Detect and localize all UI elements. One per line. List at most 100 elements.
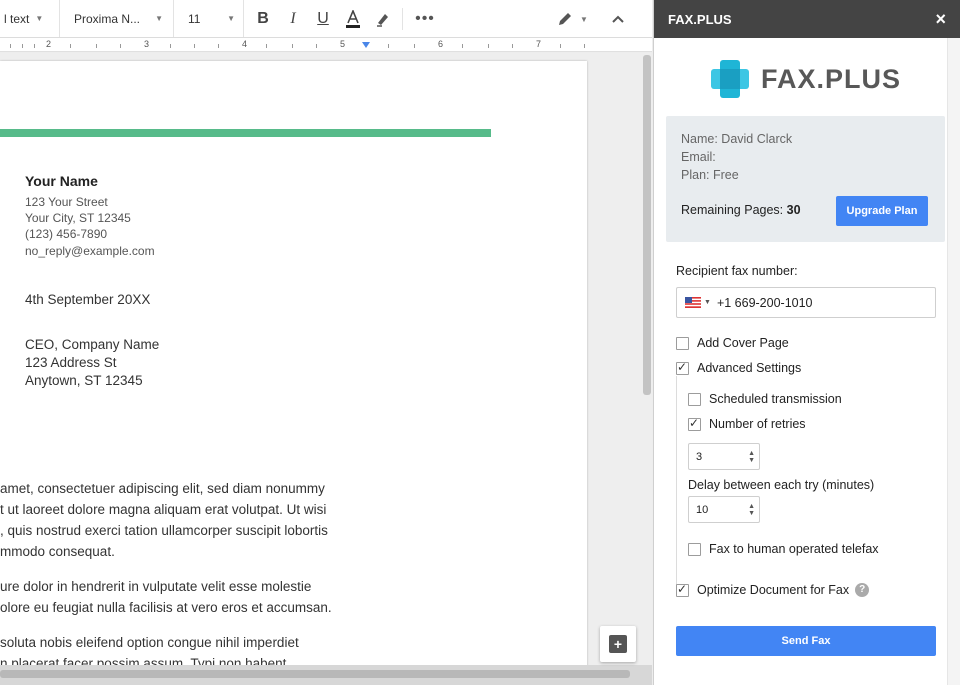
ruler-tick (34, 44, 35, 48)
address-line: no_reply@example.com (25, 244, 155, 258)
body-line: mmodo consequat. (0, 544, 115, 559)
checkbox-label: Scheduled transmission (709, 392, 842, 406)
close-icon[interactable]: × (935, 9, 946, 30)
editing-mode-icon[interactable]: ▼ (556, 0, 588, 38)
paragraph-style-label: l text (4, 11, 30, 26)
logo-wordmark: FAX.PLUS (761, 63, 902, 94)
us-flag-icon[interactable] (685, 297, 701, 308)
checkbox-box[interactable] (676, 336, 689, 350)
sidebar-scrollbar[interactable] (947, 38, 960, 685)
ruler-number: 7 (536, 39, 542, 49)
recipient-line: 123 Address St (25, 355, 117, 370)
chevron-down-icon[interactable]: ▼ (704, 299, 711, 306)
account-info-card: Name: David Clarck Email: Plan: Free Rem… (666, 116, 945, 242)
indent-marker[interactable] (362, 42, 370, 48)
checkbox-label: Fax to human operated telefax (709, 542, 879, 556)
retries-value: 3 (696, 450, 703, 463)
ruler-tick (10, 44, 11, 48)
checkbox-box[interactable] (676, 360, 689, 375)
body-line: soluta nobis eleifend option congue nihi… (0, 635, 299, 650)
account-plan: Plan: Free (681, 168, 739, 182)
faxplus-logo: FAX.PLUS (709, 58, 901, 100)
font-size-label: 11 (188, 11, 201, 26)
font-family-dropdown[interactable]: Proxima N... ▼ (60, 0, 174, 37)
account-name: Name: David Clarck (681, 132, 793, 146)
document-horizontal-scrollbar[interactable] (0, 665, 652, 685)
send-fax-button[interactable]: Send Fax (676, 626, 936, 656)
explore-button[interactable]: + (600, 626, 636, 662)
checkbox-box[interactable] (688, 392, 701, 406)
paragraph-style-dropdown[interactable]: l text ▼ (0, 0, 60, 37)
text-color-icon[interactable] (338, 0, 368, 37)
body-line: olore eu feugiat nulla facilisis at vero… (0, 600, 332, 615)
ruler-tick (218, 44, 219, 48)
more-icon[interactable]: ••• (407, 0, 443, 37)
ruler-tick (560, 44, 561, 48)
chevron-down-icon: ▼ (580, 14, 588, 24)
sidebar-title: FAX.PLUS (668, 11, 732, 27)
help-icon[interactable]: ? (855, 583, 870, 597)
body-line: amet, consectetuer adipiscing elit, sed … (0, 481, 325, 496)
faxplus-sidebar: FAX.PLUS × FAX.PLUS Name: David Clarck E… (653, 0, 960, 685)
ruler-tick (266, 44, 267, 48)
number-of-retries-checkbox[interactable]: Number of retries (688, 416, 806, 431)
ruler-number: 5 (340, 39, 346, 49)
ruler-tick (488, 44, 489, 48)
horizontal-ruler[interactable]: 2 3 4 5 6 7 (0, 38, 652, 52)
stepper-arrows-icon[interactable]: ▲ ▼ (748, 450, 755, 464)
body-line: t ut laoreet dolore magna aliquam erat v… (0, 502, 327, 517)
font-size-dropdown[interactable]: 11 ▼ (174, 0, 244, 37)
body-line: , quis nostrud exerci tation ullamcorper… (0, 523, 328, 538)
font-family-label: Proxima N... (74, 11, 141, 26)
stepper-arrows-icon[interactable]: ▲ ▼ (748, 503, 755, 517)
bold-icon[interactable]: B (248, 0, 278, 37)
address-line: 123 Your Street (25, 195, 108, 209)
optimize-document-checkbox[interactable]: Optimize Document for Fax ? (676, 582, 870, 597)
document-vertical-scrollbar[interactable] (643, 55, 651, 395)
checkbox-box[interactable] (676, 582, 689, 597)
collapse-toolbar-icon[interactable] (608, 0, 628, 38)
add-cover-page-checkbox[interactable]: Add Cover Page (676, 336, 789, 350)
chevron-down-icon: ▼ (227, 14, 235, 23)
highlight-icon[interactable] (368, 0, 398, 37)
checkbox-label: Optimize Document for Fax (697, 583, 850, 597)
advanced-settings-indent-line (676, 376, 677, 594)
sidebar-content: FAX.PLUS Name: David Clarck Email: Plan:… (654, 38, 948, 675)
ruler-number: 3 (144, 39, 150, 49)
ruler-tick (512, 44, 513, 48)
retries-stepper[interactable]: 3 ▲ ▼ (688, 443, 760, 470)
remaining-pages: Remaining Pages: 30 (681, 203, 801, 217)
delay-stepper[interactable]: 10 ▲ ▼ (688, 496, 760, 523)
ruler-tick (70, 44, 71, 48)
scheduled-transmission-checkbox[interactable]: Scheduled transmission (688, 392, 842, 406)
recipient-fax-input[interactable]: ▼ +1 669-200-1010 (676, 287, 936, 318)
ruler-tick (194, 44, 195, 48)
checkbox-label: Number of retries (709, 417, 806, 431)
ruler-tick (292, 44, 293, 48)
checkbox-box[interactable] (688, 542, 701, 556)
chevron-down-icon: ▼ (35, 14, 44, 23)
delay-value: 10 (696, 503, 709, 516)
sidebar-header: FAX.PLUS × (654, 0, 960, 38)
recipient-line: CEO, Company Name (25, 337, 160, 352)
ruler-tick (96, 44, 97, 48)
underline-icon[interactable]: U (308, 0, 338, 37)
italic-icon[interactable]: I (278, 0, 308, 37)
fax-number-value: +1 669-200-1010 (716, 295, 813, 310)
ruler-number: 2 (46, 39, 52, 49)
scrollbar-thumb[interactable] (0, 670, 630, 678)
remaining-pages-label: Remaining Pages: (681, 203, 784, 217)
recipient-line: Anytown, ST 12345 (25, 373, 143, 388)
upgrade-plan-button[interactable]: Upgrade Plan (836, 196, 928, 226)
document-page[interactable]: Your Name 123 Your Street Your City, ST … (0, 61, 587, 665)
ruler-tick (316, 44, 317, 48)
ruler-tick (584, 44, 585, 48)
checkbox-label: Advanced Settings (697, 361, 802, 375)
advanced-settings-checkbox[interactable]: Advanced Settings (676, 360, 802, 375)
checkbox-box[interactable] (688, 416, 701, 431)
account-email: Email: (681, 150, 716, 164)
delay-label: Delay between each try (minutes) (688, 478, 875, 492)
human-telefax-checkbox[interactable]: Fax to human operated telefax (688, 542, 879, 556)
address-line: (123) 456-7890 (25, 227, 108, 241)
document-canvas[interactable]: Your Name 123 Your Street Your City, ST … (0, 53, 652, 665)
